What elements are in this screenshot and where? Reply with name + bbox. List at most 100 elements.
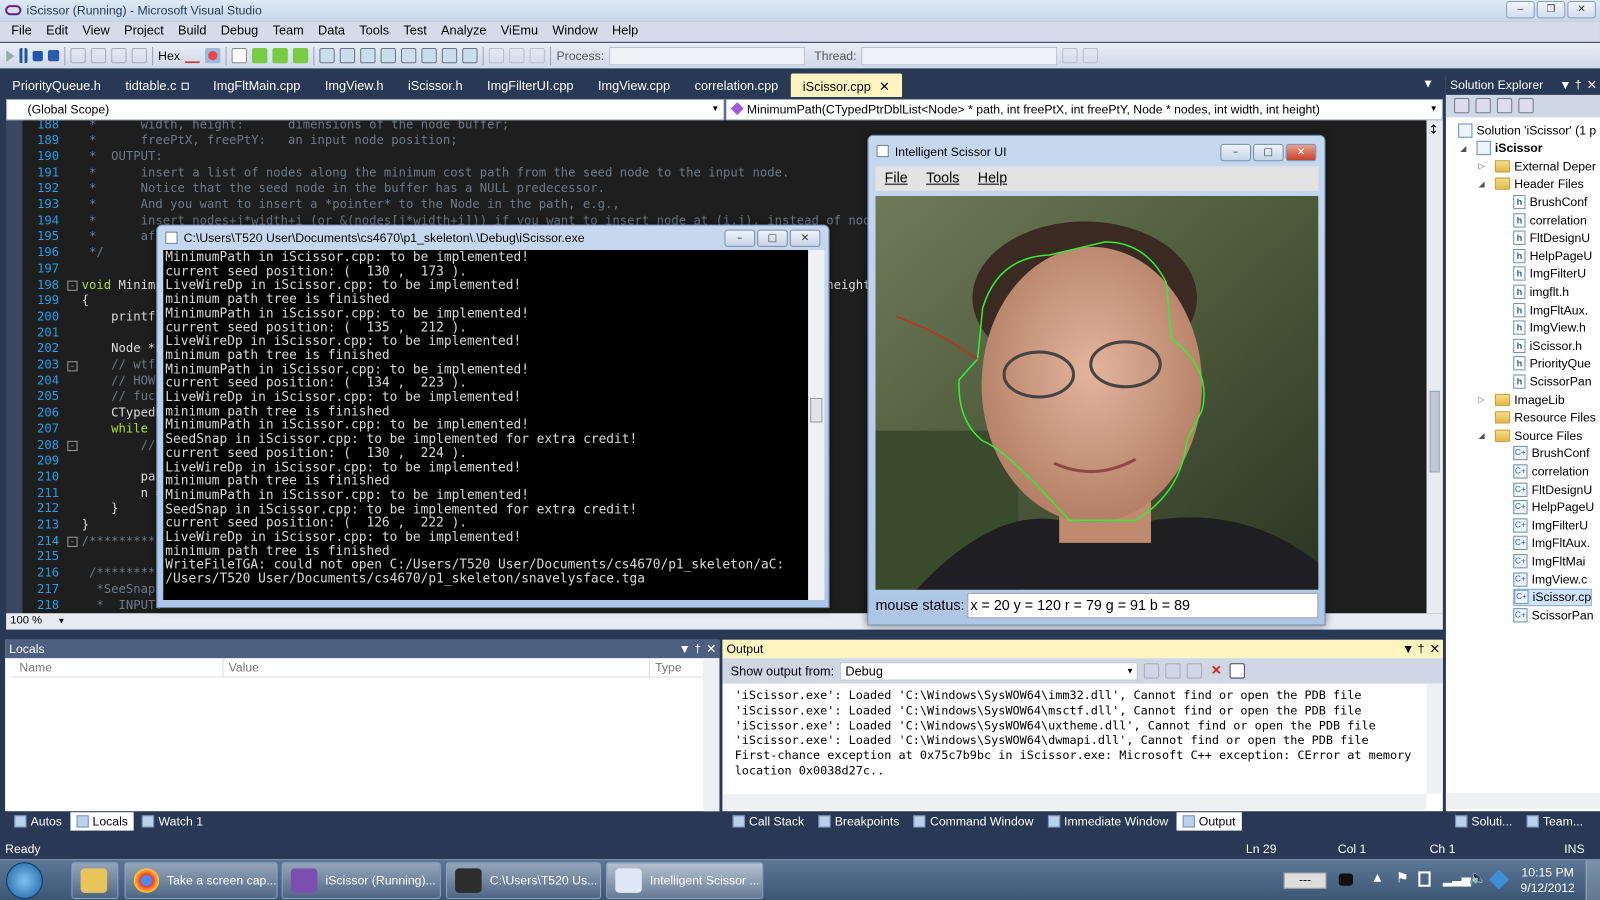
window-icon-7[interactable] <box>442 47 458 64</box>
filter-icon-2[interactable] <box>1083 47 1099 64</box>
menu-edit[interactable]: Edit <box>39 21 75 41</box>
taskbar-item-chrome[interactable]: Take a screen cap... <box>124 862 278 899</box>
taskbar-item-app-window[interactable]: Intelligent Scissor ... <box>606 862 764 899</box>
solution-item[interactable]: h iScissor.h <box>1513 337 1582 354</box>
fold-toggle-icon[interactable]: - <box>67 280 78 291</box>
locals-scrollbar[interactable] <box>703 658 720 812</box>
scope-dropdown[interactable]: (Global Scope) ▼ <box>6 98 725 121</box>
split-handle-icon[interactable]: ↕ <box>1429 122 1439 136</box>
scissor-maximize-button[interactable]: □ <box>1253 143 1284 162</box>
window-icon-4[interactable] <box>380 47 397 64</box>
tab-imgfltmain-cpp[interactable]: ImgFltMain.cpp <box>201 73 313 96</box>
menu-file[interactable]: File <box>4 21 39 41</box>
image-canvas[interactable] <box>875 195 1319 590</box>
run-icon-2[interactable] <box>272 47 289 64</box>
pin-icon[interactable]: ▼ † <box>1402 642 1424 656</box>
tool-tab-autos[interactable]: Autos <box>8 812 68 830</box>
expand-arrow-icon[interactable]: ▷ <box>1479 395 1491 404</box>
action-center-flag-icon[interactable]: ⚑ <box>1396 870 1409 886</box>
column-name[interactable]: Name <box>11 658 224 677</box>
step-out-icon[interactable] <box>131 47 147 64</box>
solution-item[interactable]: h imgflt.h <box>1513 283 1569 300</box>
close-button[interactable]: ✕ <box>1567 1 1596 19</box>
tool-tab-command-window[interactable]: Command Window <box>908 812 1040 830</box>
window-icon-2[interactable] <box>340 47 356 64</box>
solution-item[interactable]: h BrushConf <box>1513 193 1587 210</box>
menu-debug[interactable]: Debug <box>214 21 266 41</box>
taskbar-item-console[interactable]: C:\Users\T520 Us... <box>445 862 602 899</box>
console-output[interactable]: MinimumPath in iScissor.cpp: to be imple… <box>163 249 809 600</box>
tool-tab-breakpoints[interactable]: Breakpoints <box>812 812 905 830</box>
indent-icon[interactable] <box>489 47 505 64</box>
start-button[interactable] <box>6 862 43 899</box>
network-signal-icon[interactable]: ▂▃▅ <box>1443 872 1471 886</box>
pause-icon[interactable] <box>19 47 28 64</box>
continue-icon[interactable] <box>6 49 15 62</box>
solution-item[interactable]: h HelpPageU <box>1513 247 1592 264</box>
menu-build[interactable]: Build <box>171 21 214 41</box>
solution-item[interactable]: Resource Files <box>1494 409 1596 426</box>
solution-item[interactable]: C+ ImgFltMai <box>1513 552 1585 569</box>
volume-icon[interactable]: 🔈 <box>1469 870 1487 886</box>
wave-icon[interactable] <box>185 48 201 64</box>
show-hidden-icons-button[interactable]: ▲ <box>1373 872 1381 883</box>
scroll-thumb[interactable] <box>1429 390 1440 473</box>
solution-item[interactable]: h correlation <box>1513 211 1587 228</box>
scissor-menu-help[interactable]: Help <box>969 166 1017 190</box>
scissor-minimize-button[interactable]: – <box>1220 143 1252 162</box>
output-hscrollbar[interactable] <box>722 793 1427 811</box>
fold-toggle-icon[interactable]: - <box>67 536 78 548</box>
solution-item[interactable]: C+ HelpPageU <box>1513 499 1594 516</box>
collapse-arrow-icon[interactable]: ◢ <box>1479 431 1491 440</box>
menu-team[interactable]: Team <box>265 21 310 41</box>
output-source-dropdown[interactable]: Debug ▼ <box>840 661 1139 681</box>
tool-tab-locals[interactable]: Locals <box>70 812 135 831</box>
menu-window[interactable]: Window <box>545 21 605 41</box>
pin-icon[interactable]: ▼ † <box>679 642 701 656</box>
thread-dropdown[interactable] <box>861 46 1058 65</box>
restart-icon[interactable] <box>47 49 60 62</box>
console-maximize-button[interactable]: □ <box>757 229 788 247</box>
menu-analyze[interactable]: Analyze <box>434 21 494 41</box>
solution-item[interactable]: ◢ Source Files <box>1479 427 1583 444</box>
breakpoint-window-icon[interactable] <box>205 47 221 64</box>
zoom-level-dropdown[interactable]: 100 % <box>10 614 42 626</box>
solution-item[interactable]: Solution 'iScissor' (1 p <box>1458 121 1596 138</box>
column-value[interactable]: Value <box>223 658 650 677</box>
properties-icon[interactable] <box>1454 97 1470 114</box>
tool-tab-output[interactable]: Output <box>1176 812 1242 831</box>
filter-icon[interactable] <box>1062 47 1078 64</box>
tab-iscissor-cpp[interactable]: iScissor.cpp ✕ <box>790 73 902 97</box>
tab-correlation-cpp[interactable]: correlation.cpp <box>682 73 790 96</box>
word-wrap-icon[interactable] <box>1230 663 1246 679</box>
scissor-close-button[interactable]: ✕ <box>1285 143 1317 162</box>
scissor-menu-tools[interactable]: Tools <box>917 166 969 190</box>
step-over-icon[interactable] <box>111 47 127 64</box>
fold-toggle-icon[interactable]: - <box>67 440 78 452</box>
show-all-files-icon[interactable] <box>1475 97 1491 114</box>
output-text[interactable]: 'iScissor.exe': Loaded 'C:\Windows\SysWO… <box>722 684 1442 796</box>
close-icon[interactable]: ✕ <box>1587 78 1597 92</box>
solution-hscrollbar[interactable] <box>1445 792 1600 810</box>
new-file-icon[interactable] <box>231 47 248 64</box>
menu-data[interactable]: Data <box>311 21 352 41</box>
tool-tab-immediate-window[interactable]: Immediate Window <box>1042 812 1175 830</box>
window-icon-1[interactable] <box>319 47 336 64</box>
show-desktop-button[interactable] <box>1585 860 1600 900</box>
comment-icon[interactable] <box>529 47 546 64</box>
taskbar-item-explorer-folder[interactable] <box>71 862 119 899</box>
solution-item[interactable]: C+ ImgFltAux. <box>1513 534 1590 551</box>
outdent-icon[interactable] <box>509 47 525 64</box>
menu-test[interactable]: Test <box>396 21 434 41</box>
tool-tab-team-[interactable]: Team... <box>1520 812 1589 830</box>
tool-tab-soluti-[interactable]: Soluti... <box>1449 812 1518 830</box>
console-close-button[interactable]: ✕ <box>789 229 821 247</box>
scissor-menu-file[interactable]: File <box>876 166 917 190</box>
mouse-status-field[interactable]: x = 20 y = 120 r = 79 g = 91 b = 89 <box>967 592 1319 619</box>
menu-project[interactable]: Project <box>117 21 171 41</box>
output-vscrollbar[interactable] <box>1426 683 1443 794</box>
tab-imgview-h[interactable]: ImgView.h <box>313 73 396 96</box>
menu-tools[interactable]: Tools <box>352 21 396 41</box>
tab-imgview-cpp[interactable]: ImgView.cpp <box>586 73 683 96</box>
taskbar-item-visual-studio[interactable]: iScissor (Running)... <box>281 862 441 899</box>
